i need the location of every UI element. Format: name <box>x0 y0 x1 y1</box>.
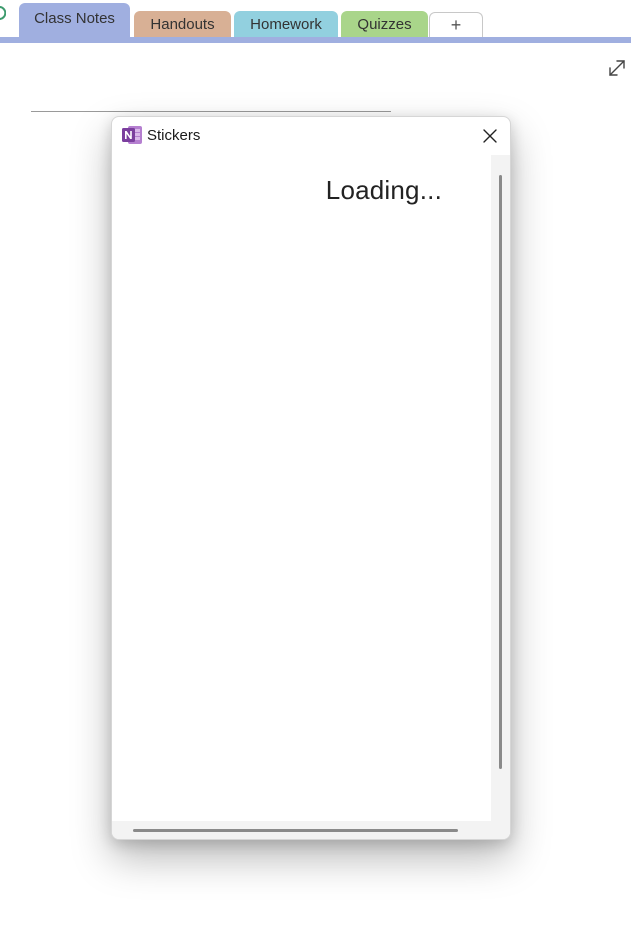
horizontal-scroll-thumb[interactable] <box>133 829 458 832</box>
close-button[interactable] <box>474 123 506 149</box>
stickers-dialog: Stickers Loading... <box>111 116 511 840</box>
stickers-content: Loading... <box>112 155 491 820</box>
expand-icon[interactable] <box>606 57 628 79</box>
tab-quizzes[interactable]: Quizzes <box>341 11 428 37</box>
tab-homework[interactable]: Homework <box>234 11 338 37</box>
dialog-title: Stickers <box>147 127 201 144</box>
section-tab-strip: Class Notes Handouts Homework Quizzes + <box>0 0 631 44</box>
horizontal-scrollbar[interactable] <box>112 821 510 839</box>
vertical-scroll-thumb[interactable] <box>499 175 502 769</box>
tab-label: Homework <box>250 15 322 33</box>
plus-icon: + <box>450 14 462 35</box>
tab-label: Quizzes <box>357 15 412 33</box>
add-section-button[interactable]: + <box>429 12 483 37</box>
sync-icon <box>0 6 6 20</box>
tab-label: Handouts <box>150 15 215 33</box>
onenote-page: Class Notes Handouts Homework Quizzes + <box>0 0 631 926</box>
tab-handouts[interactable]: Handouts <box>134 11 231 37</box>
dialog-titlebar: Stickers <box>112 117 510 153</box>
loading-text: Loading... <box>325 175 442 205</box>
vertical-scrollbar[interactable] <box>491 155 510 821</box>
tab-label: Class Notes <box>34 9 115 27</box>
page-title-underline <box>31 111 391 112</box>
close-icon <box>483 129 497 143</box>
tab-class-notes[interactable]: Class Notes <box>19 3 130 39</box>
onenote-icon <box>122 126 142 144</box>
